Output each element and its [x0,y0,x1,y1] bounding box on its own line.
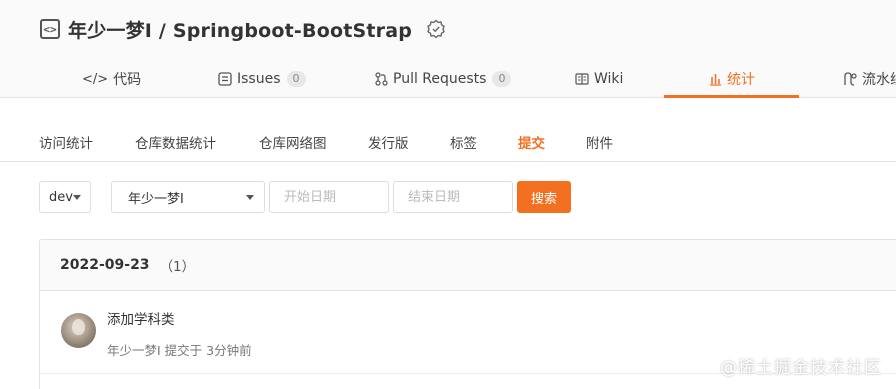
branch-select[interactable]: dev [39,181,91,213]
avatar[interactable] [61,313,96,348]
subnav-tags[interactable]: 标签 [450,132,477,152]
badge-icon[interactable] [426,19,446,39]
tab-issues[interactable]: Issues 0 [218,60,306,98]
repo-title-row: <> 年少一梦I / Springboot-BootStrap [40,15,446,43]
code-icon: </> [82,71,109,87]
subnav-releases[interactable]: 发行版 [368,132,409,152]
commit-date: 2022-09-23 [60,257,150,273]
issues-count-badge: 0 [286,71,306,87]
chevron-down-icon [73,195,81,200]
subnav-attachments[interactable]: 附件 [586,132,613,152]
tab-pipeline-label: 流水线 [862,72,896,88]
subnav-access-stats[interactable]: 访问统计 [39,132,93,152]
author-select[interactable]: 年少一梦I [111,181,265,213]
repo-header: <> 年少一梦I / Springboot-BootStrap </> 代码 I… [0,0,896,98]
chevron-down-icon [246,195,254,200]
tab-stats[interactable]: 统计 [709,60,755,98]
author-select-value: 年少一梦I [128,191,184,207]
issues-icon [218,72,232,86]
pipeline-icon [843,72,857,86]
branch-select-value: dev [49,189,73,205]
tab-code-label: 代码 [113,72,142,88]
start-date-input[interactable] [269,181,389,213]
commit-filters: dev 年少一梦I 搜索 [0,181,896,213]
active-tab-indicator [664,95,799,98]
tab-wiki-label: Wiki [594,71,624,87]
repo-tabs: </> 代码 Issues 0 Pull Requests 0 Wiki 统计 … [0,60,896,98]
tab-pull-requests-label: Pull Requests [393,71,487,87]
repo-code-icon: <> [40,19,60,39]
commit-meta: 年少一梦I 提交于 3分钟前 [107,343,252,358]
stats-subnav: 访问统计 仓库数据统计 仓库网络图 发行版 标签 提交 附件 [0,122,896,162]
subnav-repo-data-stats[interactable]: 仓库数据统计 [135,132,216,152]
end-date-input[interactable] [393,181,513,213]
stats-icon [709,73,722,86]
tab-pull-requests[interactable]: Pull Requests 0 [375,60,512,98]
search-button[interactable]: 搜索 [517,181,571,213]
tab-issues-label: Issues [237,71,281,87]
watermark: @稀土掘金技术社区 [720,358,882,378]
pull-requests-count-badge: 0 [492,71,512,87]
tab-wiki[interactable]: Wiki [575,60,623,98]
tab-stats-label: 统计 [727,72,755,88]
commit-message[interactable]: 添加学科类 [107,308,175,328]
commit-count: （1） [159,259,196,275]
repo-title[interactable]: 年少一梦I / Springboot-BootStrap [68,16,412,43]
pull-request-icon [375,72,388,86]
tab-code[interactable]: </> 代码 [82,60,141,98]
wiki-icon [575,73,589,85]
commit-group-header: 2022-09-23 （1） [40,240,896,291]
tab-pipeline[interactable]: 流水线 [843,60,896,98]
subnav-commits[interactable]: 提交 [518,132,545,152]
subnav-network-graph[interactable]: 仓库网络图 [259,132,327,152]
